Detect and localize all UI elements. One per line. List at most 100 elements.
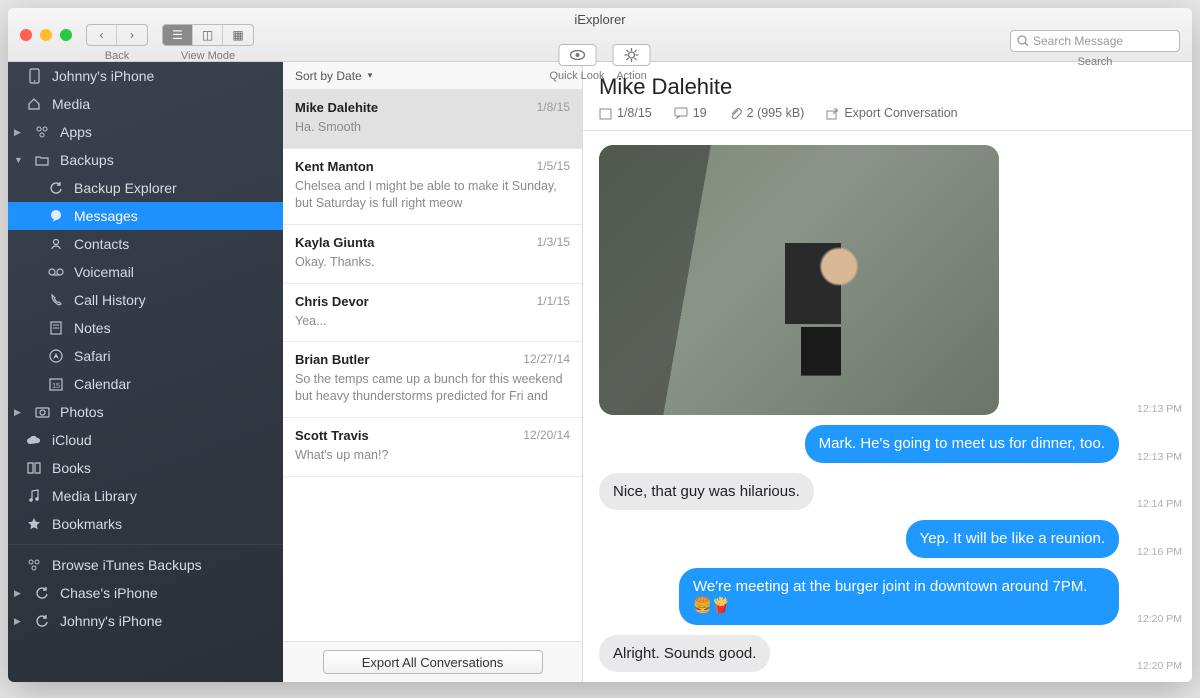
apps-icon	[26, 557, 42, 573]
sidebar-item-label: Backup Explorer	[74, 180, 177, 196]
sidebar-item-label: Browse iTunes Backups	[52, 557, 202, 573]
traffic-lights	[8, 29, 72, 41]
sidebar-item-photos[interactable]: ▶ Photos	[8, 398, 283, 426]
sidebar-item-label: Voicemail	[74, 264, 134, 280]
conv-date: 1/5/15	[537, 159, 570, 174]
paperclip-icon	[729, 107, 742, 120]
chevron-down-icon: ▾	[368, 70, 373, 81]
action-button[interactable]	[613, 44, 651, 66]
chevron-right-icon: ▶	[14, 616, 24, 627]
svg-text:15: 15	[52, 383, 60, 390]
message-bubble: Alright. Sounds good.	[599, 635, 770, 673]
message-timestamp: 12:13 PM	[1127, 403, 1182, 415]
sidebar: Johnny's iPhone Media ▶ Apps ▼ Backups B…	[8, 62, 283, 682]
conversation-item[interactable]: Chris Devor1/1/15Yea...	[283, 284, 582, 343]
search-input[interactable]: Search Message	[1010, 30, 1180, 52]
chat-panel: Mike Dalehite 1/8/15 19 2 (995 kB) Expor…	[583, 62, 1192, 682]
sidebar-item-apps[interactable]: ▶ Apps	[8, 118, 283, 146]
sidebar-item-backup-explorer[interactable]: Backup Explorer	[8, 174, 283, 202]
sidebar-item-callhistory[interactable]: Call History	[8, 286, 283, 314]
chevron-right-icon: ▶	[14, 407, 24, 418]
sidebar-item-label: Safari	[74, 348, 111, 364]
message-row: Yep. It will be like a reunion.12:16 PM	[599, 520, 1182, 558]
conv-name: Brian Butler	[295, 352, 369, 367]
sidebar-item-media[interactable]: Media	[8, 90, 283, 118]
quicklook-button[interactable]	[558, 44, 596, 66]
sidebar-item-medialibrary[interactable]: Media Library	[8, 482, 283, 510]
chat-attachments: 2 (995 kB)	[729, 106, 805, 120]
sidebar-item-label: Call History	[74, 292, 146, 308]
sidebar-item-safari[interactable]: Safari	[8, 342, 283, 370]
message-photo[interactable]	[599, 145, 999, 415]
cloud-icon	[26, 432, 42, 448]
message-row: 12:13 PM	[599, 145, 1182, 415]
view-columns-icon[interactable]: ◫	[193, 25, 223, 45]
phone-icon	[26, 68, 42, 84]
conv-date: 1/8/15	[537, 100, 570, 115]
conversation-item[interactable]: Kayla Giunta1/3/15Okay. Thanks.	[283, 225, 582, 284]
sidebar-item-contacts[interactable]: Contacts	[8, 230, 283, 258]
conv-date: 12/20/14	[523, 428, 570, 443]
conversation-item[interactable]: Kent Manton1/5/15Chelsea and I might be …	[283, 149, 582, 225]
conversation-item[interactable]: Scott Travis 12/20/14 What's up man!?	[283, 418, 582, 477]
message-scroll[interactable]: 12:13 PMMark. He's going to meet us for …	[583, 131, 1192, 682]
camera-icon	[34, 404, 50, 420]
sidebar-browse-header[interactable]: Browse iTunes Backups	[8, 551, 283, 579]
sort-dropdown[interactable]: Sort by Date ▾	[283, 62, 582, 90]
refresh-icon	[48, 180, 64, 196]
sidebar-item-label: Messages	[74, 208, 138, 224]
close-icon[interactable]	[20, 29, 32, 41]
sidebar-item-label: Contacts	[74, 236, 129, 252]
forward-button[interactable]: ›	[117, 25, 147, 45]
sidebar-item-label: Apps	[60, 124, 92, 140]
message-timestamp: 12:14 PM	[1127, 498, 1182, 510]
message-bubble: We're meeting at the burger joint in dow…	[679, 568, 1119, 625]
sidebar-device[interactable]: Johnny's iPhone	[8, 62, 283, 90]
conv-preview: What's up man!?	[295, 447, 570, 464]
sidebar-item-backups[interactable]: ▼ Backups	[8, 146, 283, 174]
sidebar-item-label: Books	[52, 460, 91, 476]
sidebar-item-label: Media	[52, 96, 90, 112]
export-conversation-button[interactable]: Export Conversation	[826, 106, 957, 120]
sidebar-item-calendar[interactable]: 15 Calendar	[8, 370, 283, 398]
calendar-icon: 15	[48, 376, 64, 392]
conv-name: Scott Travis	[295, 428, 369, 443]
action-label: Action	[616, 70, 647, 82]
sidebar-backup-johnny[interactable]: ▶ Johnny's iPhone	[8, 607, 283, 635]
message-timestamp: 12:13 PM	[1127, 451, 1182, 463]
message-row: Nice, that guy was hilarious.12:14 PM	[599, 473, 1182, 511]
sidebar-backup-chase[interactable]: ▶ Chase's iPhone	[8, 579, 283, 607]
sidebar-item-bookmarks[interactable]: Bookmarks	[8, 510, 283, 538]
conv-preview: Okay. Thanks.	[295, 254, 570, 271]
sidebar-item-books[interactable]: Books	[8, 454, 283, 482]
view-list-icon[interactable]: ☰	[163, 25, 193, 45]
app-window: iExplorer ‹ › Back ☰ ◫ ▦ View Mode Quick	[8, 8, 1192, 682]
chat-icon	[48, 208, 64, 224]
home-icon	[26, 96, 42, 112]
sidebar-item-voicemail[interactable]: Voicemail	[8, 258, 283, 286]
conv-name: Chris Devor	[295, 294, 369, 309]
fullscreen-icon[interactable]	[60, 29, 72, 41]
conversation-item[interactable]: Brian Butler12/27/14So the temps came up…	[283, 342, 582, 418]
sidebar-item-icloud[interactable]: iCloud	[8, 426, 283, 454]
conv-preview: Chelsea and I might be able to make it S…	[295, 178, 570, 212]
sidebar-item-label: Johnny's iPhone	[52, 68, 154, 84]
chat-contact-name: Mike Dalehite	[599, 74, 1176, 100]
conversation-item[interactable]: Mike Dalehite1/8/15Ha. Smooth	[283, 90, 582, 149]
chat-date: 1/8/15	[599, 106, 652, 120]
sidebar-item-messages[interactable]: Messages	[8, 202, 283, 230]
message-timestamp: 12:16 PM	[1127, 546, 1182, 558]
conv-date: 1/1/15	[537, 294, 570, 309]
back-button[interactable]: ‹	[87, 25, 117, 45]
export-icon	[826, 107, 839, 120]
contact-icon	[48, 236, 64, 252]
note-icon	[48, 320, 64, 336]
conv-name: Mike Dalehite	[295, 100, 378, 115]
view-grid-icon[interactable]: ▦	[223, 25, 253, 45]
minimize-icon[interactable]	[40, 29, 52, 41]
export-all-button[interactable]: Export All Conversations	[323, 650, 543, 674]
sidebar-item-label: Media Library	[52, 488, 137, 504]
sidebar-item-label: Chase's iPhone	[60, 585, 158, 601]
book-icon	[26, 460, 42, 476]
sidebar-item-notes[interactable]: Notes	[8, 314, 283, 342]
